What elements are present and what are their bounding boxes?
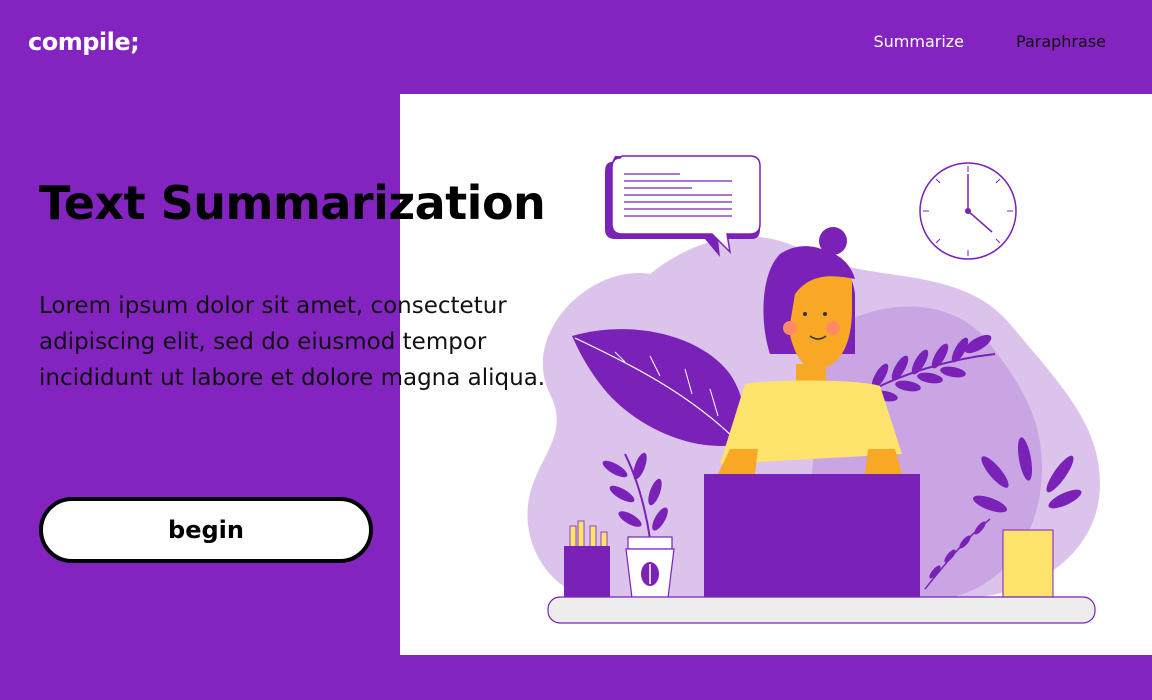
nav-summarize-link[interactable]: Summarize (873, 32, 964, 51)
coffee-cup-icon (625, 536, 675, 599)
top-nav: Summarize Paraphrase (873, 32, 1106, 51)
desk-surface (547, 596, 1096, 624)
hero-description: Lorem ipsum dolor sit amet, consectetur … (39, 293, 546, 391)
logo[interactable]: compile; (28, 28, 140, 56)
begin-button[interactable]: begin (39, 497, 373, 563)
page-title: Text Summarization (39, 176, 546, 230)
wall-clock-icon (919, 162, 1017, 260)
nav-paraphrase-link[interactable]: Paraphrase (1016, 32, 1106, 51)
laptop-icon (704, 474, 920, 599)
